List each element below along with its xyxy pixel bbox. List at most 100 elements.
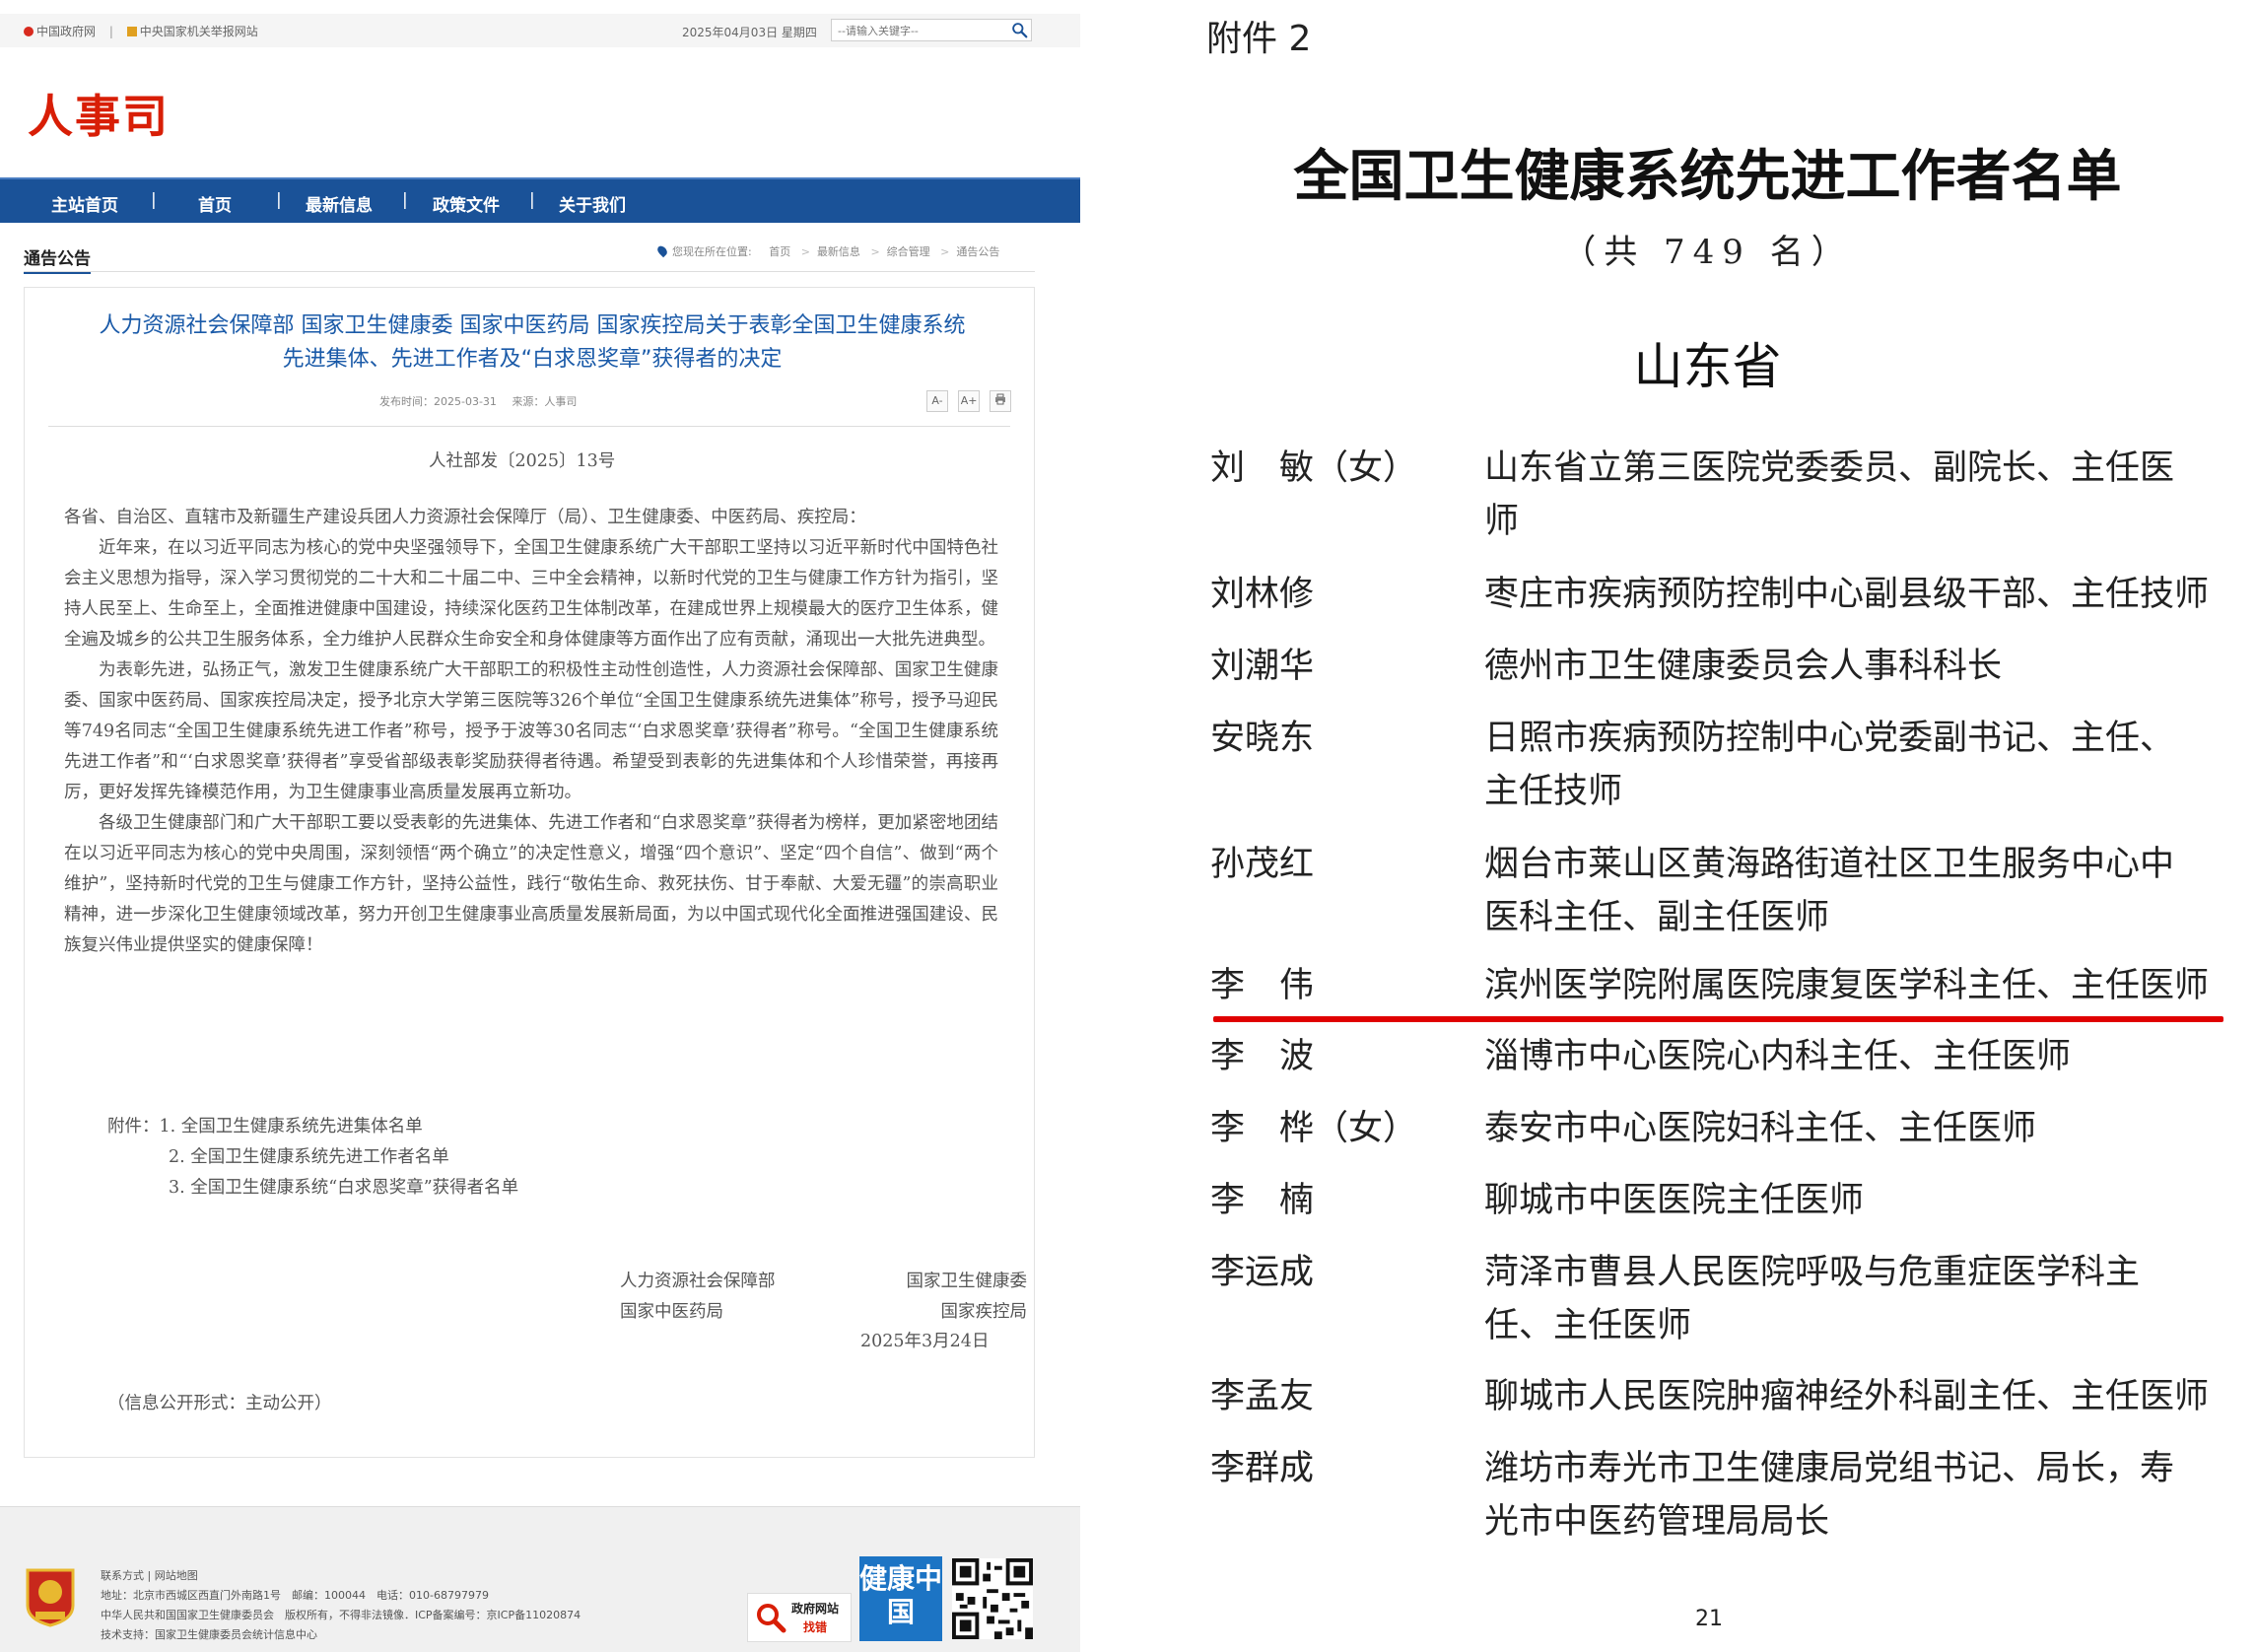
footer-text: 联系方式 | 网站地图 地址：北京市西城区西直门外南路1号 邮编：100044 … <box>101 1566 581 1645</box>
person-name: 刘潮华 <box>1210 647 1315 686</box>
breadcrumb-separator: > <box>800 245 810 258</box>
person-position: 菏泽市曹县人民医院呼吸与危重症医学科主任、主任医师 <box>1484 1253 2141 1345</box>
search-input[interactable] <box>836 21 997 41</box>
gov-website-error-badge[interactable]: 政府网站 找错 <box>747 1593 852 1642</box>
person-name: 李运成 <box>1210 1253 1315 1292</box>
highlight-underline <box>1213 1016 2223 1022</box>
person-position: 枣庄市疾病预防控制中心副县级干部、主任技师 <box>1484 575 2210 614</box>
magnifier-icon <box>757 1604 786 1633</box>
current-date: 2025年04月03日 星期四 <box>682 26 817 39</box>
person-position: 滨州医学院附属医院康复医学科主任、主任医师 <box>1484 966 2210 1005</box>
top-links: 中国政府网 | 中央国家机关举报网站 <box>24 23 258 39</box>
person-name: 安晓东 <box>1210 719 1315 758</box>
nav-separator: | <box>276 190 282 210</box>
article-container: 人力资源社会保障部 国家卫生健康委 国家中医药局 国家疾控局关于表彰全国卫生健康… <box>24 287 1035 1458</box>
gov-link[interactable]: 中国政府网 <box>36 25 96 38</box>
breadcrumb-current: 通告公告 <box>956 245 1000 258</box>
attachments-label: 附件： <box>107 1117 160 1136</box>
print-icon[interactable] <box>990 390 1012 412</box>
section-divider <box>24 271 1035 272</box>
attachments-list: 附件：1. 全国卫生健康系统先进集体名单 2. 全国卫生健康系统先进工作者名单 … <box>107 1112 518 1204</box>
signer: 人力资源社会保障部 <box>620 1272 776 1291</box>
breadcrumb-label: 您现在所在位置: <box>672 245 752 258</box>
attachment-link[interactable]: 2. 全国卫生健康系统先进工作者名单 <box>169 1147 449 1167</box>
breadcrumb-item[interactable]: 首页 <box>769 245 790 258</box>
qr-code-icon <box>952 1558 1033 1639</box>
article-paragraph: 各级卫生健康部门和广大干部职工要以受表彰的先进集体、先进工作者和“白求恩奖章”获… <box>64 813 998 955</box>
nav-item-home[interactable]: 首页 <box>198 191 232 216</box>
person-name: 李 楠 <box>1210 1181 1315 1220</box>
nav-separator: | <box>529 190 535 210</box>
signer: 国家中医药局 <box>620 1302 723 1322</box>
attachment-label: 附件 2 <box>1206 19 1312 59</box>
person-name: 刘林修 <box>1210 575 1315 614</box>
salutation: 各省、自治区、直辖市及新疆生产建设兵团人力资源社会保障厅（局）、卫生健康委、中医… <box>64 508 866 527</box>
search-box <box>831 19 1032 41</box>
nav-item-policy[interactable]: 政策文件 <box>433 191 500 216</box>
nav-separator: | <box>151 190 157 210</box>
article-paragraph: 为表彰先进，弘扬正气，激发卫生健康系统广大干部职工的积极性主动性创造性，人力资源… <box>64 660 998 802</box>
font-increase-button[interactable]: A+ <box>958 390 981 412</box>
sign-date: 2025年3月24日 <box>860 1332 990 1351</box>
article-divider <box>48 426 1010 427</box>
person-position: 山东省立第三医院党委委员、副院长、主任医师 <box>1484 448 2175 541</box>
document-number: 人社部发〔2025〕13号 <box>429 451 616 471</box>
person-position: 烟台市莱山区黄海路街道社区卫生服务中心中医科主任、副主任医师 <box>1484 845 2175 937</box>
article-title: 人力资源社会保障部 国家卫生健康委 国家中医药局 国家疾控局关于表彰全国卫生健康… <box>64 310 1000 377</box>
publish-time: 发布时间：2025-03-31 <box>379 395 497 408</box>
search-icon[interactable] <box>1011 22 1028 38</box>
nav-separator: | <box>402 190 408 210</box>
footer-links[interactable]: 联系方式 | 网站地图 <box>101 1566 581 1586</box>
signer: 国家疾控局 <box>940 1302 1028 1322</box>
report-link[interactable]: 中央国家机关举报网站 <box>140 25 258 38</box>
main-nav: 主站首页 | 首页 | 最新信息 | 政策文件 | 关于我们 <box>0 177 1080 223</box>
gov-flag-icon <box>24 27 34 36</box>
party-government-emblem-icon[interactable] <box>24 1566 77 1627</box>
top-bar: 中国政府网 | 中央国家机关举报网站 2025年04月03日 星期四 <box>0 14 1080 47</box>
breadcrumb: 您现在所在位置: 首页 > 最新信息 > 综合管理 > 通告公告 <box>655 243 1000 259</box>
attachment-link[interactable]: 1. 全国卫生健康系统先进集体名单 <box>160 1117 423 1136</box>
website-panel: 中国政府网 | 中央国家机关举报网站 2025年04月03日 星期四 人事司 主… <box>0 0 1080 1652</box>
person-name: 刘 敏（女） <box>1210 448 1418 488</box>
person-position: 聊城市中医医院主任医师 <box>1484 1181 1865 1220</box>
person-position: 日照市疾病预防控制中心党委副书记、主任、主任技师 <box>1484 719 2175 811</box>
document-count: （共 749 名） <box>1562 233 1853 272</box>
footer-support: 技术支持：国家卫生健康委员会统计信息中心 <box>101 1628 317 1641</box>
document-title: 全国卫生健康系统先进工作者名单 <box>1293 144 2122 209</box>
location-pin-icon <box>655 243 669 258</box>
healthy-china-badge[interactable]: 健康中国 <box>859 1556 942 1641</box>
province-heading: 山东省 <box>1633 338 1782 395</box>
article-paragraph: 近年来，在以习近平同志为核心的党中央坚强领导下，全国卫生健康系统广大干部职工坚持… <box>64 538 998 650</box>
nav-item-main-home[interactable]: 主站首页 <box>51 191 118 216</box>
attachment-link[interactable]: 3. 全国卫生健康系统“白求恩奖章”获得者名单 <box>169 1178 518 1198</box>
breadcrumb-item[interactable]: 最新信息 <box>817 245 860 258</box>
article-body: 各省、自治区、直辖市及新疆生产建设兵团人力资源社会保障厅（局）、卫生健康委、中医… <box>64 503 998 961</box>
site-logo[interactable]: 人事司 <box>28 81 170 146</box>
person-position: 泰安市中心医院妇科主任、主任医师 <box>1484 1109 2037 1148</box>
nav-item-latest[interactable]: 最新信息 <box>306 191 373 216</box>
top-links-separator: | <box>108 25 113 38</box>
footer-copyright: 中华人民共和国国家卫生健康委员会 版权所有，不得非法镜像．ICP备案编号：京IC… <box>101 1609 581 1621</box>
person-name: 李 波 <box>1210 1037 1315 1076</box>
font-decrease-button[interactable]: A- <box>926 390 948 412</box>
gov-badge-subtitle: 找错 <box>803 1620 828 1634</box>
article-source: 来源：人事司 <box>512 395 578 408</box>
person-name: 李群成 <box>1210 1449 1315 1488</box>
person-position: 德州市卫生健康委员会人事科科长 <box>1484 647 2003 686</box>
person-position: 淄博市中心医院心内科主任、主任医师 <box>1484 1037 2072 1076</box>
signers-right: 国家卫生健康委 国家疾控局 <box>854 1267 1028 1328</box>
signer: 国家卫生健康委 <box>906 1272 1028 1291</box>
article-title-line: 人力资源社会保障部 国家卫生健康委 国家中医药局 国家疾控局关于表彰全国卫生健康… <box>99 313 966 338</box>
breadcrumb-item[interactable]: 综合管理 <box>887 245 930 258</box>
footer-address: 地址：北京市西城区西直门外南路1号 邮编：100044 电话：010-68797… <box>101 1589 489 1602</box>
person-position: 聊城市人民医院肿瘤神经外科副主任、主任医师 <box>1484 1377 2210 1416</box>
person-name: 孙茂红 <box>1210 845 1315 884</box>
nav-item-about[interactable]: 关于我们 <box>559 191 626 216</box>
breadcrumb-separator: > <box>940 245 950 258</box>
site-footer: 联系方式 | 网站地图 地址：北京市西城区西直门外南路1号 邮编：100044 … <box>0 1506 1080 1652</box>
breadcrumb-separator: > <box>870 245 880 258</box>
person-name: 李孟友 <box>1210 1377 1315 1416</box>
person-name: 李 伟 <box>1210 966 1315 1005</box>
person-position: 潍坊市寿光市卫生健康局党组书记、局长，寿光市中医药管理局局长 <box>1484 1449 2175 1542</box>
signers-left: 人力资源社会保障部 国家中医药局 <box>620 1267 776 1328</box>
